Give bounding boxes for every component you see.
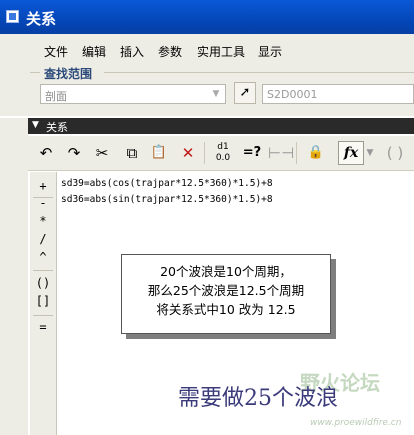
brackets-operator[interactable]: []	[30, 294, 56, 308]
multiply-operator[interactable]: *	[30, 214, 56, 228]
undo-icon[interactable]: ↶	[36, 142, 56, 164]
menu-display[interactable]: 显示	[258, 43, 282, 60]
annotation-note: 20个波浪是10个周期， 那么25个波浪是12.5个周期 将关系式中10 改为 …	[121, 254, 331, 334]
chevron-down-icon[interactable]: ▼	[209, 87, 223, 101]
relations-section-header[interactable]: ▼ 关系	[28, 118, 414, 134]
equals-operator[interactable]: =	[30, 320, 56, 334]
menu-edit[interactable]: 编辑	[82, 43, 106, 60]
menu-bar: 文件 编辑 插入 参数 实用工具 显示	[0, 34, 414, 63]
paste-icon[interactable]: 📋	[148, 142, 170, 164]
note-line: 将关系式中10 改为 12.5	[156, 302, 296, 317]
chevron-down-icon[interactable]: ▼	[365, 142, 375, 164]
delete-icon[interactable]: ✕	[178, 142, 198, 164]
app-icon	[6, 10, 19, 23]
cut-icon[interactable]: ✂	[92, 142, 112, 164]
relation-line[interactable]: sd36=abs(sin(trajpar*12.5*360)*1.5)+8	[61, 194, 273, 205]
section-label: 关系	[46, 121, 68, 134]
menu-file[interactable]: 文件	[44, 43, 68, 60]
menu-parameters[interactable]: 参数	[158, 43, 182, 60]
relation-line[interactable]: sd39=abs(cos(trajpar*12.5*360)*1.5)+8	[61, 178, 273, 189]
plus-operator[interactable]: +	[30, 179, 56, 193]
divide-operator[interactable]: /	[30, 232, 56, 246]
relations-toolbar: ↶ ↷ ✂ ⧉ 📋 ✕ d1 0.0 =? ⊢⊣ 🔒 fx ▼ ( )	[28, 136, 414, 171]
operator-palette: + - * / ^ () [] =	[30, 172, 57, 435]
caption-text: 需要做25个波浪	[178, 386, 338, 411]
watermark-url: www.proewildfire.cn	[310, 418, 402, 428]
evaluate-button[interactable]: =?	[240, 142, 264, 164]
cursor-arrow-icon: ➚	[239, 85, 251, 100]
scope-combo[interactable]: 剖面 ▼	[40, 84, 226, 104]
redo-icon[interactable]: ↷	[64, 142, 84, 164]
left-gutter	[0, 118, 28, 435]
parentheses-icon[interactable]: ( )	[386, 142, 404, 164]
selection-field[interactable]: S2D0001	[262, 84, 414, 104]
note-line: 那么25个波浪是12.5个周期	[147, 283, 305, 298]
find-scope-label: 查找范围	[44, 67, 93, 81]
function-icon: fx	[343, 145, 359, 161]
insert-function-button[interactable]: fx	[338, 141, 364, 165]
select-pointer-button[interactable]: ➚	[234, 82, 256, 104]
lock-icon[interactable]: 🔒	[304, 142, 328, 164]
title-bar: 关系	[0, 0, 414, 34]
menu-insert[interactable]: 插入	[120, 43, 144, 60]
scope-combo-value: 剖面	[45, 90, 67, 103]
window-title: 关系	[26, 10, 57, 28]
find-scope-group: 查找范围 剖面 ▼ ➚ S2D0001	[0, 62, 414, 116]
collapse-triangle-icon[interactable]: ▼	[32, 120, 39, 130]
power-operator[interactable]: ^	[30, 250, 56, 264]
copy-icon[interactable]: ⧉	[122, 142, 142, 164]
parentheses-operator[interactable]: ()	[30, 276, 56, 290]
sort-relations-icon[interactable]: d1 0.0	[212, 142, 234, 164]
selection-value: S2D0001	[267, 88, 318, 101]
note-line: 20个波浪是10个周期，	[160, 264, 292, 279]
minus-operator[interactable]: -	[30, 196, 56, 210]
menu-utilities[interactable]: 实用工具	[197, 43, 245, 60]
measure-icon[interactable]: ⊢⊣	[268, 142, 294, 164]
